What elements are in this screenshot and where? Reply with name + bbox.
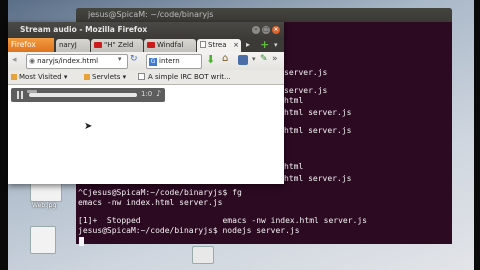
folder-icon (84, 74, 90, 80)
tab-label: Windfal (157, 41, 184, 49)
terminal-cursor (79, 237, 84, 246)
tab-zelda[interactable]: "H" Zeld (91, 39, 143, 52)
bookmark-most-visited[interactable]: Most Visited ▾ (19, 70, 67, 84)
time-display: 1:0 (141, 90, 153, 98)
navigation-toolbar: ◂ ◉ naryjs/index.html ▾ ↻ Gintern ⬇ ⌂ ▾ ✎… (8, 52, 284, 70)
folder-icon (11, 74, 17, 80)
tab-list-icon[interactable]: ▾ (274, 41, 278, 49)
terminal-line: emacs -nw index.html server.js (78, 198, 223, 207)
video-frame-right (474, 0, 480, 270)
mouse-cursor-icon: ➤ (84, 121, 93, 132)
terminal-line: html server.js (284, 108, 352, 117)
youtube-icon (94, 42, 102, 48)
tab-scroll-icon[interactable]: ▸ (246, 40, 250, 49)
url-bar[interactable]: ◉ naryjs/index.html (26, 54, 128, 69)
url-text: naryjs/index.html (37, 57, 99, 65)
tab-windfall[interactable]: Windfal (144, 39, 196, 52)
tab-binaryjs[interactable]: naryJ (56, 39, 90, 52)
url-dropdown-icon[interactable]: ▾ (118, 55, 122, 63)
search-engine-label: intern (159, 57, 180, 65)
terminal-line: html server.js (284, 174, 352, 183)
video-frame-left (0, 0, 8, 270)
maximize-icon[interactable]: □ (262, 26, 270, 34)
audio-player[interactable]: 1:0 ♪ (11, 88, 165, 102)
tab-stream-audio[interactable]: Strea × (197, 39, 241, 52)
terminal-line: server.js (284, 86, 328, 95)
terminal-line: ^Cjesus@SpicaM:~/code/binaryjs$ fg (78, 188, 242, 197)
desktop-app-icon[interactable] (192, 246, 214, 264)
firefox-menu-button[interactable]: Firefox (8, 38, 54, 52)
bookmark-servlets[interactable]: Servlets ▾ (92, 70, 126, 84)
reload-icon[interactable]: ↻ (130, 54, 138, 64)
new-tab-icon[interactable]: + (260, 38, 269, 52)
terminal-line: server.js (284, 68, 328, 77)
home-icon[interactable]: ⌂ (222, 53, 228, 64)
extension-icon[interactable]: ✎ (260, 54, 268, 64)
page-icon (138, 73, 145, 80)
bookmark-irc-bot[interactable]: A simple IRC BOT writ... (148, 70, 231, 84)
pause-icon-bar[interactable] (17, 91, 19, 99)
addon-dropdown-icon[interactable]: ▾ (252, 55, 256, 63)
bookmarks-toolbar: Most Visited ▾ Servlets ▾ A simple IRC B… (8, 70, 284, 85)
terminal-line: html server.js (284, 126, 352, 135)
page-content: 1:0 ♪ ➤ (8, 85, 284, 184)
desktop-file-label: Web.jpg (32, 202, 57, 209)
pause-icon[interactable] (21, 91, 23, 99)
terminal-line: [1]+ Stopped emacs -nw index.html server… (78, 216, 367, 225)
terminal-line: html (284, 162, 304, 171)
volume-icon[interactable]: ♪ (156, 89, 161, 98)
addon-icon[interactable] (238, 55, 248, 65)
site-identity-icon: ◉ (29, 57, 36, 65)
page-icon (200, 41, 206, 48)
minimize-icon[interactable]: – (252, 26, 260, 34)
progress-thumb[interactable] (27, 90, 37, 93)
terminal-line: jesus@SpicaM:~/code/binaryjs$ nodejs ser… (78, 226, 300, 235)
tab-close-icon[interactable]: × (233, 39, 239, 52)
close-icon[interactable]: × (272, 26, 280, 34)
search-engine-icon[interactable]: G (149, 58, 157, 66)
tab-label: Strea (208, 41, 227, 49)
terminal-title: jesus@SpicaM: ~/code/binaryjs (76, 8, 452, 22)
desktop-doc-icon[interactable] (30, 226, 56, 254)
overflow-icon[interactable]: » (272, 54, 278, 64)
download-icon[interactable]: ⬇ (206, 53, 215, 66)
search-bar[interactable]: Gintern (146, 54, 202, 69)
youtube-icon (147, 42, 155, 48)
tab-label: naryJ (59, 41, 77, 49)
terminal-line: html (284, 96, 304, 105)
window-title: Stream audio - Mozilla Firefox (20, 25, 148, 34)
firefox-titlebar[interactable]: Stream audio - Mozilla Firefox – □ × (8, 22, 284, 38)
firefox-window[interactable]: Stream audio - Mozilla Firefox – □ × Fir… (8, 22, 284, 184)
back-icon[interactable]: ◂ (12, 55, 17, 65)
progress-track[interactable] (29, 93, 137, 97)
tab-strip: Firefox naryJ "H" Zeld Windfal Strea × ▸ … (8, 38, 284, 52)
tab-label: "H" Zeld (104, 41, 134, 49)
